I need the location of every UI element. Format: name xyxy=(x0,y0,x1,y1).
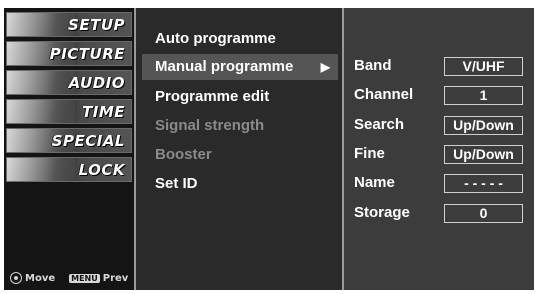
category-label: AUDIO xyxy=(68,74,125,92)
setting-label: Search xyxy=(354,116,405,133)
category-label: TIME xyxy=(82,103,125,121)
menu-item-label: Manual programme xyxy=(155,58,294,75)
menu-item-label: Signal strength xyxy=(155,117,265,134)
setting-value-field[interactable]: V/UHF xyxy=(444,57,523,76)
setting-row-fine[interactable]: Fine Up/Down xyxy=(344,141,534,167)
submenu-arrow-icon: ▶ xyxy=(320,60,330,74)
main-menu: Auto programme Manual programme ▶ Progra… xyxy=(136,8,344,290)
setting-value-field[interactable]: Up/Down xyxy=(444,145,523,164)
category-lock[interactable]: LOCK xyxy=(6,157,132,182)
category-sidebar: SETUP PICTURE AUDIO TIME SPECIAL LOCK Mo… xyxy=(4,8,136,290)
setting-value-field[interactable]: - - - - - xyxy=(444,174,523,193)
setting-label: Channel xyxy=(354,86,414,103)
menu-item-label: Booster xyxy=(155,146,212,163)
menu-item-label: Auto programme xyxy=(155,30,276,47)
navigation-hint: Move MENU Prev xyxy=(10,272,128,284)
setting-label: Band xyxy=(354,57,392,74)
category-label: SPECIAL xyxy=(51,132,125,150)
menu-item-label: Set ID xyxy=(155,175,198,192)
category-label: LOCK xyxy=(78,161,125,179)
setting-row-channel[interactable]: Channel 1 xyxy=(344,82,534,108)
move-hint-label: Move xyxy=(25,272,56,284)
setting-label: Storage xyxy=(354,204,410,221)
setting-value-field[interactable]: Up/Down xyxy=(444,116,523,135)
setting-row-search[interactable]: Search Up/Down xyxy=(344,112,534,138)
menu-item-programme-edit[interactable]: Programme edit xyxy=(142,84,338,110)
setting-label: Fine xyxy=(354,145,385,162)
menu-item-set-id[interactable]: Set ID xyxy=(142,171,338,197)
setting-label: Name xyxy=(354,174,395,191)
menu-item-auto-programme[interactable]: Auto programme xyxy=(142,26,338,52)
category-label: PICTURE xyxy=(49,45,125,63)
category-time[interactable]: TIME xyxy=(6,99,132,124)
prev-hint-label: Prev xyxy=(102,272,129,284)
osd-menu: SETUP PICTURE AUDIO TIME SPECIAL LOCK Mo… xyxy=(4,8,534,290)
menu-item-label: Programme edit xyxy=(155,88,270,105)
setting-value-field[interactable]: 0 xyxy=(444,204,523,223)
move-icon xyxy=(10,272,22,284)
manual-programme-panel: Band V/UHF Channel 1 Search Up/Down Fine… xyxy=(344,8,534,290)
setting-row-storage[interactable]: Storage 0 xyxy=(344,200,534,226)
menu-key-icon: MENU xyxy=(69,273,100,283)
category-label: SETUP xyxy=(68,16,125,34)
menu-item-manual-programme[interactable]: Manual programme ▶ xyxy=(142,54,338,80)
category-audio[interactable]: AUDIO xyxy=(6,70,132,95)
top-strip xyxy=(0,0,536,8)
menu-item-booster: Booster xyxy=(142,142,338,168)
category-special[interactable]: SPECIAL xyxy=(6,128,132,153)
setting-value-field[interactable]: 1 xyxy=(444,86,523,105)
setting-row-name[interactable]: Name - - - - - xyxy=(344,170,534,196)
menu-item-signal-strength: Signal strength xyxy=(142,113,338,139)
category-setup[interactable]: SETUP xyxy=(6,12,132,37)
category-picture[interactable]: PICTURE xyxy=(6,41,132,66)
setting-row-band[interactable]: Band V/UHF xyxy=(344,53,534,79)
